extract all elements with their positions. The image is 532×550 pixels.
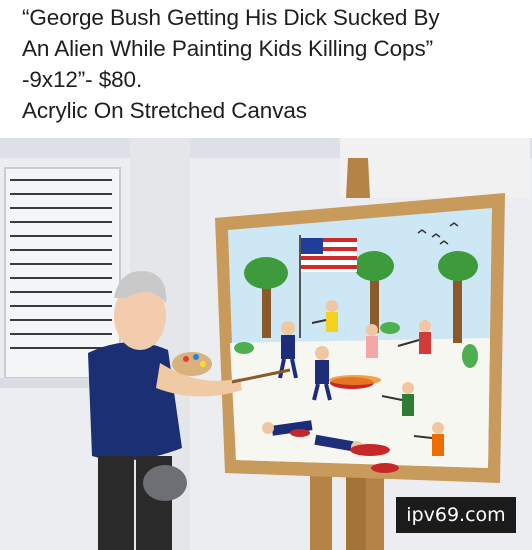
painting-image[interactable] — [0, 138, 532, 550]
watermark: ipv69.com — [396, 497, 516, 533]
canvas — [215, 193, 505, 483]
kid-figure — [366, 324, 378, 358]
caption-line: -9x12”- $80. — [22, 67, 143, 92]
caption-line: Acrylic On Stretched Canvas — [22, 98, 307, 123]
caption-line: An Alien While Painting Kids Killing Cop… — [22, 36, 434, 61]
post-caption: “George Bush Getting His Dick Sucked By … — [22, 2, 522, 126]
caption-line: “George Bush Getting His Dick Sucked By — [22, 5, 440, 30]
